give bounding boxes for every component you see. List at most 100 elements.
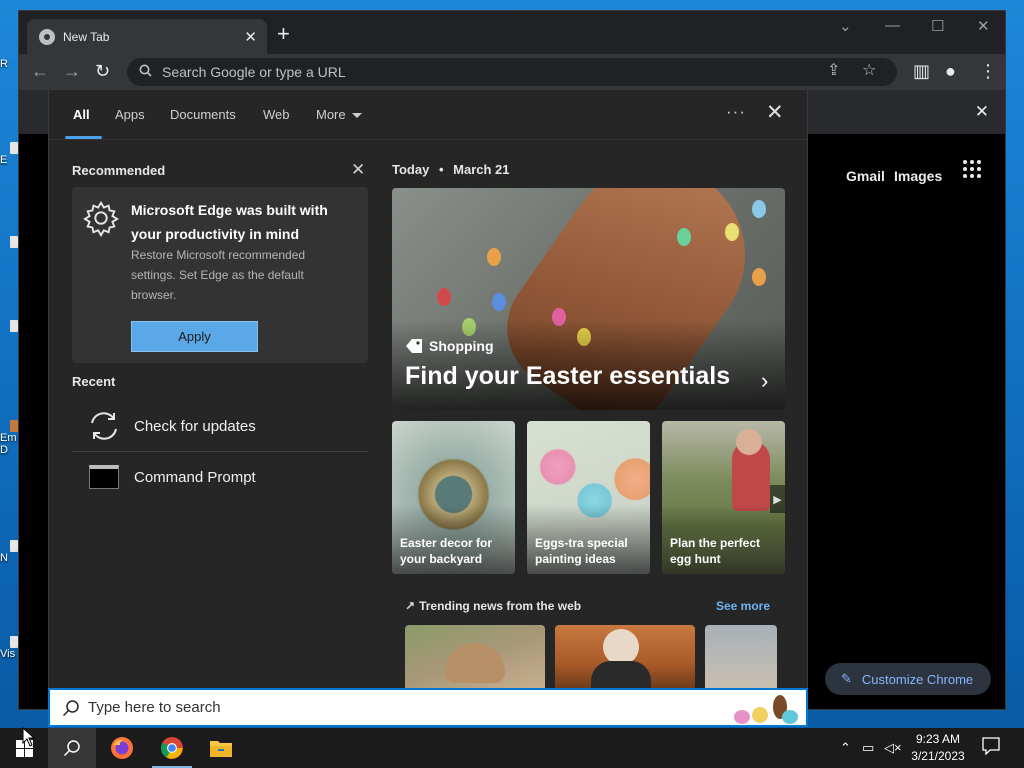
command-prompt-icon [86, 459, 122, 495]
desktop-icon-fragment[interactable] [0, 320, 18, 332]
clock-date: 3/21/2023 [911, 749, 965, 763]
back-icon[interactable]: ← [31, 61, 49, 81]
chrome-icon [161, 737, 183, 759]
dismiss-recommendation-icon[interactable]: ✕ [351, 160, 365, 180]
network-icon[interactable]: ▭ [862, 740, 874, 756]
story-card[interactable]: Eggs-tra special painting ideas [527, 421, 650, 574]
minimize-icon[interactable]: — [885, 17, 900, 34]
egg-decoration [752, 200, 766, 218]
desktop-icon-fragment[interactable]: N [0, 540, 18, 564]
chevron-up-icon[interactable]: ⌃ [840, 740, 851, 756]
pencil-icon: ✎ [841, 671, 852, 686]
tab-search-icon[interactable]: ⌄ [839, 17, 852, 35]
reload-icon[interactable]: ↻ [95, 61, 110, 81]
today-date: March 21 [453, 162, 510, 177]
story-card[interactable]: Plan the perfect egg hunt [662, 421, 785, 574]
taskbar-search-button[interactable] [48, 728, 96, 768]
volume-muted-icon[interactable]: ◁× [884, 740, 902, 756]
card-title: Plan the perfect egg hunt [670, 536, 761, 566]
desktop-icon-fragment[interactable]: Em D [0, 420, 18, 456]
egg-decoration [492, 293, 506, 311]
recommended-heading: Recommended [72, 163, 166, 178]
taskbar-search-box[interactable] [48, 688, 808, 727]
news-thumbnail[interactable] [555, 625, 695, 690]
close-tab-icon[interactable]: ✕ [244, 28, 257, 46]
tab-title: New Tab [63, 29, 110, 44]
gmail-link[interactable]: Gmail [846, 168, 885, 184]
system-clock[interactable]: 9:23 AM 3/21/2023 [904, 731, 972, 765]
tab-strip: New Tab ✕ + ⌄ — ☐ ✕ [19, 11, 1005, 54]
recommendation-title: Microsoft Edge was built with your produ… [131, 202, 328, 242]
taskbar-file-explorer[interactable] [197, 728, 245, 768]
menu-icon[interactable]: ⋮ [979, 61, 997, 81]
tab-web[interactable]: Web [263, 107, 290, 122]
notifications-icon[interactable] [982, 737, 1000, 755]
hero-title: Find your Easter essentials [405, 362, 731, 390]
desktop-icon-fragment[interactable]: Vis [0, 636, 18, 660]
close-search-icon[interactable]: ✕ [766, 100, 784, 125]
more-options-icon[interactable]: ··· [726, 102, 746, 122]
search-input[interactable] [88, 699, 806, 716]
egg-decoration [752, 268, 766, 286]
easter-eggs-illustration [734, 695, 798, 724]
customize-chrome-button[interactable]: ✎ Customize Chrome [825, 663, 991, 695]
tab-all[interactable]: All [73, 107, 90, 122]
omnibox-placeholder: Search Google or type a URL [162, 64, 346, 80]
recent-item-label: Check for updates [134, 417, 256, 435]
egg-decoration [487, 248, 501, 266]
chevron-right-icon: › [761, 368, 769, 393]
bookmark-star-icon[interactable]: ☆ [862, 60, 876, 80]
tab-apps[interactable]: Apps [115, 107, 145, 122]
firefox-icon [111, 737, 133, 759]
chevron-down-icon [351, 113, 362, 119]
desktop-icon-fragment[interactable]: E [0, 142, 18, 166]
tab-more[interactable]: More [316, 107, 362, 122]
close-window-icon[interactable]: ✕ [977, 17, 990, 35]
recent-item-label: Command Prompt [134, 468, 256, 486]
person-image [603, 629, 639, 665]
search-scope-tabs: All Apps Documents Web More ··· ✕ [49, 90, 807, 140]
close-infobar-icon[interactable]: ✕ [975, 102, 989, 122]
desktop-icon-fragment[interactable] [0, 236, 18, 248]
see-more-link[interactable]: See more [716, 599, 770, 613]
clock-time: 9:23 AM [915, 732, 961, 746]
tab-new-tab[interactable]: New Tab ✕ [27, 19, 267, 54]
chevron-right-icon[interactable]: ▶ [770, 485, 785, 513]
search-icon [63, 740, 80, 757]
hero-card[interactable]: Shopping Find your Easter essentials › [392, 188, 785, 410]
maximize-icon[interactable]: ☐ [931, 17, 944, 35]
tab-documents[interactable]: Documents [170, 107, 236, 122]
taskbar-firefox[interactable] [98, 728, 146, 768]
news-thumbnail[interactable] [705, 625, 777, 690]
taskbar-chrome[interactable] [148, 728, 196, 768]
child-figure [736, 429, 762, 455]
apply-button[interactable]: Apply [131, 321, 258, 352]
trending-heading: ↗ Trending news from the web [405, 599, 581, 613]
hero-tag-label: Shopping [429, 338, 494, 354]
news-thumbnail[interactable] [405, 625, 545, 690]
active-tab-indicator [65, 136, 102, 139]
taskbar: ⌃ ▭ ◁× 9:23 AM 3/21/2023 [0, 728, 1024, 768]
omnibox[interactable]: Search Google or type a URL ⇪ ☆ [127, 58, 897, 86]
mouse-cursor-icon [22, 727, 36, 747]
chrome-icon [39, 28, 55, 45]
share-icon[interactable]: ⇪ [827, 60, 840, 80]
new-tab-button[interactable]: + [277, 23, 290, 45]
recent-item-check-for-updates[interactable]: Check for updates [72, 401, 368, 451]
images-link[interactable]: Images [894, 168, 942, 184]
profile-icon[interactable]: ● [945, 61, 956, 81]
story-card[interactable]: Easter decor for your backyard [392, 421, 515, 574]
today-header: Today • March 21 [392, 162, 510, 177]
hero-tag: Shopping [405, 338, 494, 354]
recent-item-command-prompt[interactable]: Command Prompt [72, 452, 368, 502]
google-apps-icon[interactable] [963, 160, 981, 178]
forward-icon[interactable]: → [63, 61, 81, 81]
windows-search-panel: All Apps Documents Web More ··· ✕ Recomm… [48, 89, 808, 690]
trending-icon: ↗ [405, 599, 416, 613]
cougar-image [445, 643, 505, 683]
side-panel-icon[interactable]: ▥ [913, 61, 930, 81]
recent-heading: Recent [72, 374, 116, 389]
search-icon [62, 699, 79, 716]
gear-icon [83, 200, 119, 237]
desktop-icon-fragment[interactable]: R [0, 58, 18, 70]
